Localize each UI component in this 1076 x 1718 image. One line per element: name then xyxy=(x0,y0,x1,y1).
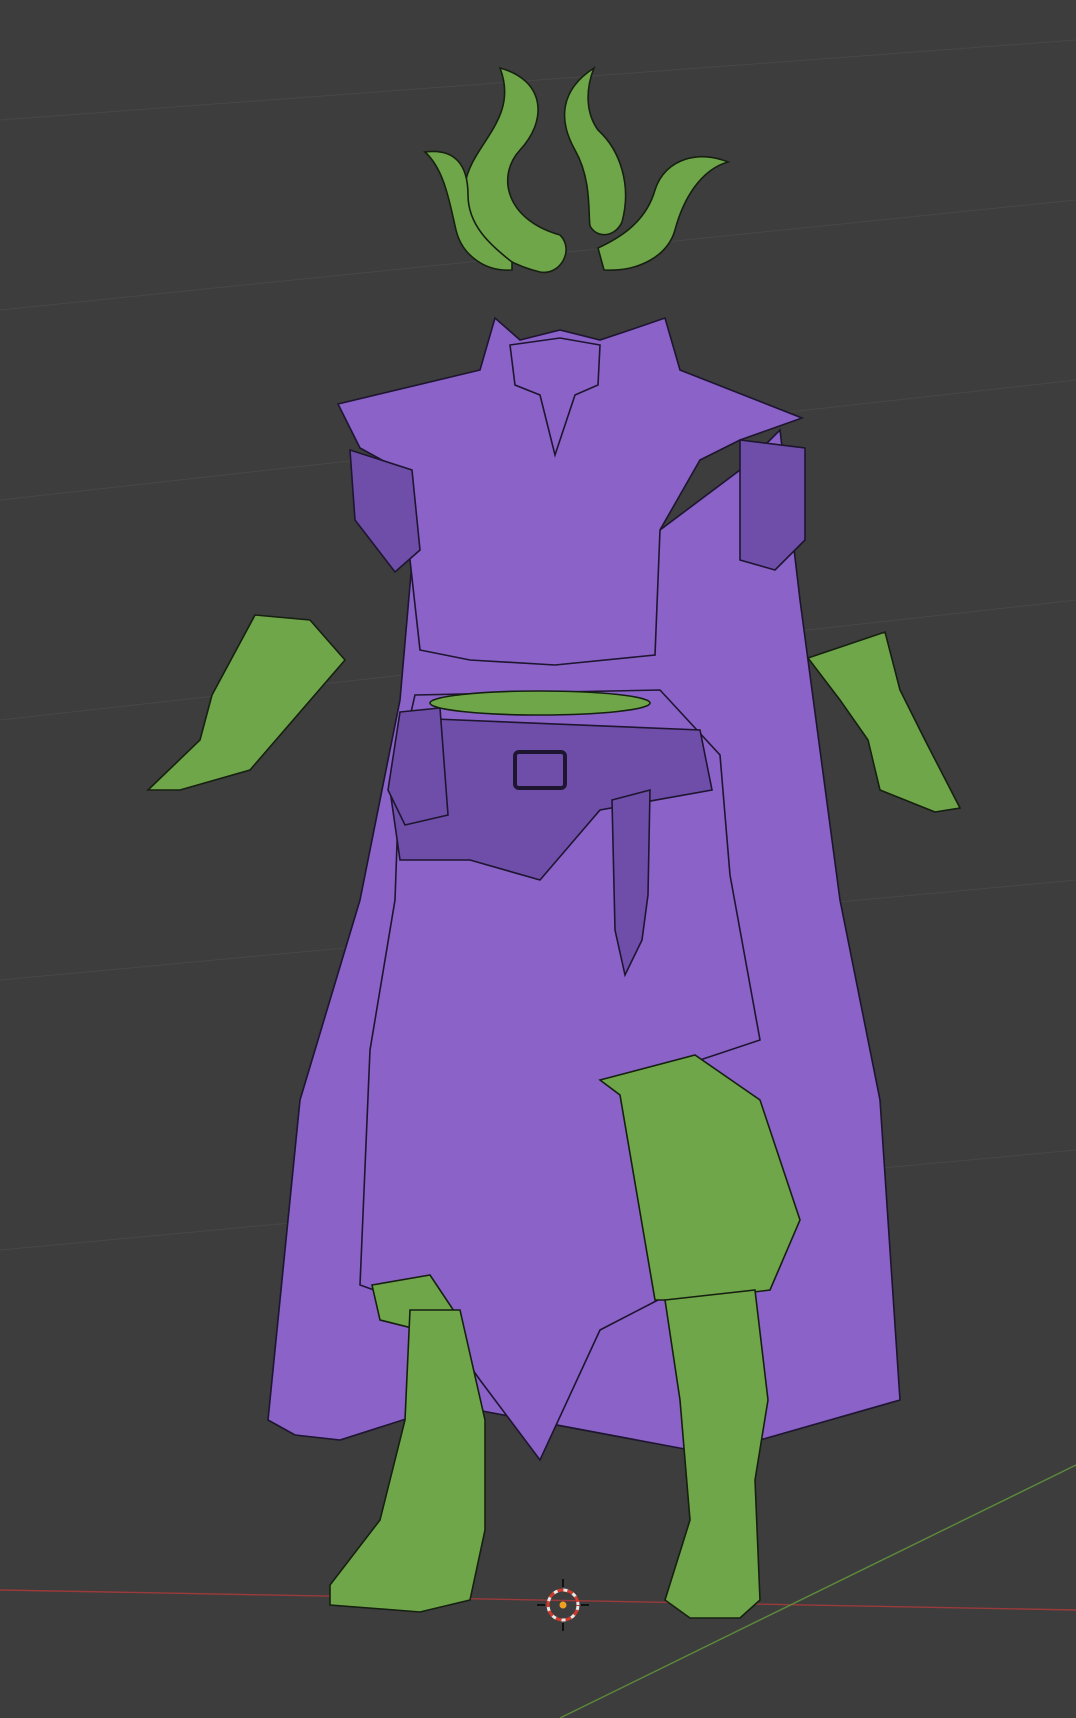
3d-cursor-icon[interactable] xyxy=(537,1579,589,1631)
horns[interactable] xyxy=(423,65,731,274)
y-axis-line xyxy=(559,1464,1076,1718)
x-axis-line xyxy=(0,1589,1076,1611)
3d-viewport[interactable] xyxy=(0,0,1076,1718)
waist-opening xyxy=(429,690,651,716)
scene-canvas[interactable] xyxy=(0,0,1076,1718)
